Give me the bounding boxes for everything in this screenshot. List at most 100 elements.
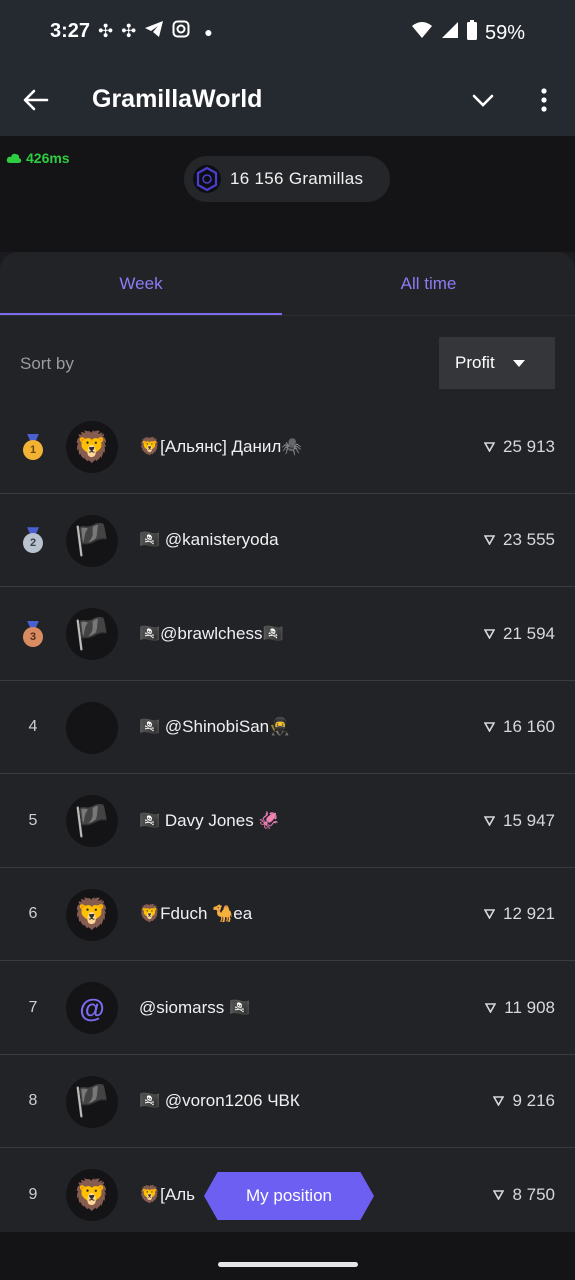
status-time: 3:27 bbox=[50, 20, 91, 42]
header-area: 426ms 16 156 Gramillas bbox=[0, 136, 575, 252]
silver-medal-icon: 2 bbox=[18, 494, 48, 588]
avatar: 🦁 bbox=[66, 1169, 118, 1221]
score-value: 16 160 bbox=[503, 717, 555, 737]
rank-number: 8 bbox=[28, 1092, 38, 1110]
triangle-down-icon bbox=[484, 722, 495, 733]
triangle-down-icon bbox=[484, 909, 495, 920]
avatar: 🦁 bbox=[66, 421, 118, 473]
leaderboard-list: 1 🦁 🦁[Альянс] Данил🕷️ 25 913 2 🏴 🏴‍☠️ @k… bbox=[0, 400, 575, 1232]
back-button[interactable] bbox=[20, 84, 52, 116]
avatar: @ bbox=[66, 982, 118, 1034]
triangle-down-icon bbox=[484, 628, 495, 639]
collapse-button[interactable] bbox=[468, 86, 498, 116]
dot-icon: ● bbox=[204, 23, 213, 40]
avatar bbox=[66, 701, 118, 754]
triangle-down-icon bbox=[484, 535, 495, 546]
score-value: 21 594 bbox=[503, 623, 555, 643]
player-score: 25 913 bbox=[484, 400, 555, 494]
period-tabs: Week All time bbox=[0, 252, 575, 316]
player-name: 🏴‍☠️@brawlchess🏴‍☠️ bbox=[139, 623, 284, 643]
slack-icon: ✣ bbox=[121, 21, 137, 41]
player-name: 🦁[Альянс] Данил🕷️ bbox=[139, 436, 303, 456]
player-score: 12 921 bbox=[484, 868, 555, 962]
battery-percent: 59% bbox=[484, 22, 525, 44]
player-score: 15 947 bbox=[484, 774, 555, 868]
rank-number: 4 bbox=[28, 718, 38, 736]
player-score: 9 216 bbox=[493, 1055, 555, 1149]
instagram-icon bbox=[172, 20, 190, 43]
gramillas-count: 16 156 Gramillas bbox=[230, 169, 364, 188]
list-item[interactable]: 2 🏴 🏴‍☠️ @kanisteryoda 23 555 bbox=[0, 494, 575, 588]
avatar: 🏴 bbox=[66, 1075, 118, 1128]
slack-icon: ✣ bbox=[98, 21, 114, 41]
home-gesture-handle[interactable] bbox=[218, 1262, 358, 1267]
player-name: 🦁Fduch 🐪ea bbox=[139, 904, 253, 924]
player-name: 🏴‍☠️ Davy Jones 🦑 bbox=[139, 810, 280, 830]
list-item[interactable]: 3 🏴 🏴‍☠️@brawlchess🏴‍☠️ 21 594 bbox=[0, 587, 575, 681]
sort-label: Sort by bbox=[20, 354, 74, 373]
tab-indicator bbox=[0, 313, 282, 315]
list-item[interactable]: 7 @ @siomarss 🏴‍☠️ 11 908 bbox=[0, 961, 575, 1055]
arrow-left-icon bbox=[23, 89, 49, 111]
gramilla-hex-icon bbox=[193, 165, 221, 193]
page-title: GramillaWorld bbox=[92, 85, 263, 113]
more-vert-icon bbox=[541, 88, 547, 112]
triangle-down-icon bbox=[484, 441, 495, 452]
player-score: 11 908 bbox=[485, 961, 555, 1055]
list-item[interactable]: 8 🏴 🏴‍☠️ @voron1206 ЧВК 9 216 bbox=[0, 1055, 575, 1149]
system-status: 59% bbox=[411, 20, 525, 46]
system-nav-bar bbox=[0, 1232, 575, 1280]
list-item[interactable]: 1 🦁 🦁[Альянс] Данил🕷️ 25 913 bbox=[0, 400, 575, 494]
caret-down-icon bbox=[512, 359, 525, 367]
avatar: 🏴 bbox=[66, 514, 118, 567]
tabs-divider bbox=[0, 315, 575, 316]
player-score: 16 160 bbox=[484, 681, 555, 775]
list-item[interactable]: 5 🏴 🏴‍☠️ Davy Jones 🦑 15 947 bbox=[0, 774, 575, 868]
my-position-button[interactable]: My position bbox=[204, 1172, 374, 1220]
player-name: @siomarss 🏴‍☠️ bbox=[139, 997, 251, 1017]
triangle-down-icon bbox=[493, 1189, 505, 1200]
rank-number: 5 bbox=[28, 811, 38, 829]
tab-week[interactable]: Week bbox=[0, 252, 282, 316]
score-value: 11 908 bbox=[504, 997, 555, 1017]
chevron-down-icon bbox=[472, 94, 494, 107]
player-score: 8 750 bbox=[493, 1148, 555, 1232]
list-item[interactable]: 6 🦁 🦁Fduch 🐪ea 12 921 bbox=[0, 868, 575, 962]
ping-indicator: 426ms bbox=[6, 150, 70, 166]
sort-value: Profit bbox=[455, 353, 495, 372]
gold-medal-icon: 1 bbox=[18, 400, 48, 494]
wifi-icon bbox=[411, 21, 433, 45]
rank-number: 7 bbox=[28, 998, 38, 1016]
rank-number: 9 bbox=[28, 1185, 38, 1203]
sort-select[interactable]: Profit bbox=[439, 337, 555, 389]
score-value: 23 555 bbox=[503, 530, 555, 550]
tab-all-time[interactable]: All time bbox=[282, 252, 575, 316]
player-name: 🏴‍☠️ @ShinobiSan🥷 bbox=[139, 717, 291, 737]
triangle-down-icon bbox=[484, 815, 495, 826]
status-bar: 3:27 ✣ ✣ ● 59% bbox=[0, 0, 575, 64]
triangle-down-icon bbox=[493, 1096, 505, 1107]
avatar: 🏴 bbox=[66, 608, 118, 660]
gramillas-counter[interactable]: 16 156 Gramillas bbox=[184, 156, 390, 202]
player-name: 🦁[Аль bbox=[139, 1184, 196, 1204]
ping-value: 426ms bbox=[26, 150, 70, 166]
triangle-down-icon bbox=[485, 1002, 497, 1013]
avatar: 🏴 bbox=[66, 795, 118, 847]
player-score: 21 594 bbox=[484, 587, 555, 681]
list-item[interactable]: 4 🏴‍☠️ @ShinobiSan🥷 16 160 bbox=[0, 681, 575, 775]
player-name: 🏴‍☠️ @voron1206 ЧВК bbox=[139, 1091, 300, 1111]
bronze-medal-icon: 3 bbox=[18, 587, 48, 681]
avatar: 🦁 bbox=[66, 888, 118, 941]
signal-icon bbox=[441, 21, 459, 45]
score-value: 12 921 bbox=[503, 904, 555, 924]
score-value: 25 913 bbox=[503, 436, 555, 456]
app-bar: GramillaWorld bbox=[0, 64, 575, 136]
score-value: 8 750 bbox=[512, 1184, 555, 1204]
more-options-button[interactable] bbox=[532, 84, 556, 116]
score-value: 9 216 bbox=[512, 1091, 555, 1111]
rank-number: 6 bbox=[28, 905, 38, 923]
telegram-icon bbox=[144, 20, 164, 43]
score-value: 15 947 bbox=[503, 810, 555, 830]
battery-icon bbox=[466, 20, 477, 46]
player-name: 🏴‍☠️ @kanisteryoda bbox=[139, 530, 279, 550]
